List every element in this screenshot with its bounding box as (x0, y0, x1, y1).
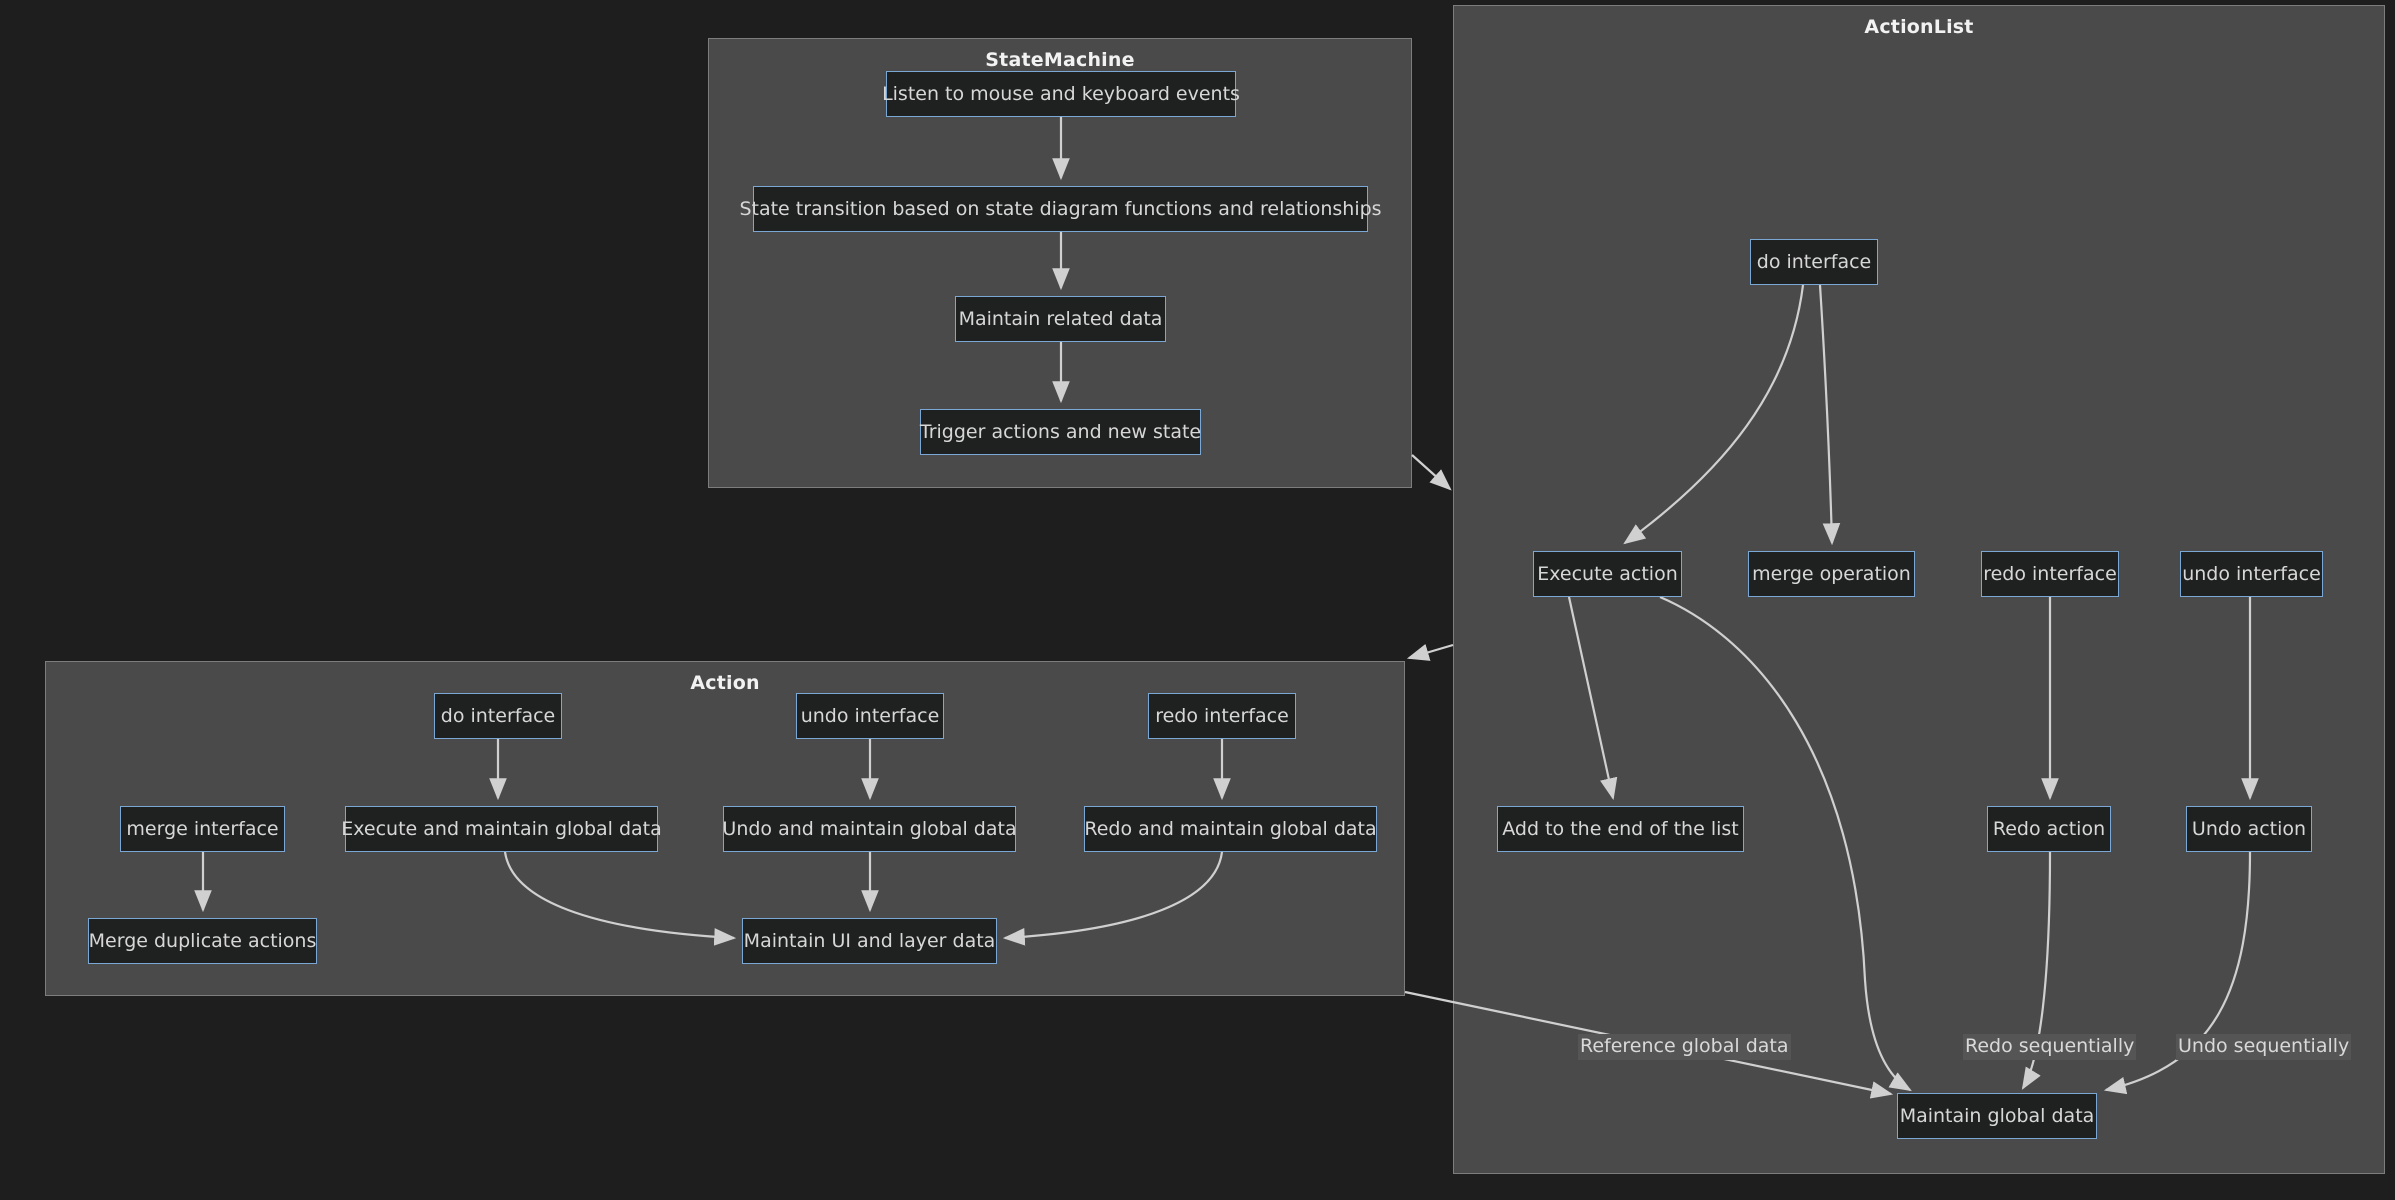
edge-actionlist-to-action (1406, 643, 1454, 661)
node-label: do interface (440, 705, 556, 727)
node-label: Execute and maintain global data (341, 818, 662, 840)
node-add-to-end-of-list[interactable]: Add to the end of the list (1497, 806, 1744, 852)
node-label: merge operation (1752, 563, 1911, 585)
edge-label-text: Redo sequentially (1965, 1035, 2135, 1057)
node-label: Maintain global data (1899, 1105, 2095, 1127)
edge-statemachine-to-actionlist (1411, 454, 1452, 491)
node-label: Redo and maintain global data (1084, 818, 1377, 840)
node-actionlist-do-interface[interactable]: do interface (1750, 239, 1878, 285)
node-label: redo interface (1155, 705, 1289, 727)
node-maintain-related-data[interactable]: Maintain related data (955, 296, 1166, 342)
edge-label-reference-global-data: Reference global data (1578, 1034, 1791, 1060)
cluster-actionlist-title: ActionList (1864, 16, 1974, 38)
node-action-do-interface[interactable]: do interface (434, 693, 562, 739)
node-label: Merge duplicate actions (88, 930, 317, 952)
node-label: undo interface (800, 705, 940, 727)
node-label: Redo action (1992, 818, 2106, 840)
node-state-transition[interactable]: State transition based on state diagram … (739, 186, 1382, 232)
node-redo-and-maintain-global-data[interactable]: Redo and maintain global data (1084, 806, 1377, 852)
node-action-undo-interface[interactable]: undo interface (796, 693, 944, 739)
node-undo-and-maintain-global-data[interactable]: Undo and maintain global data (722, 806, 1017, 852)
node-execute-and-maintain-global-data[interactable]: Execute and maintain global data (341, 806, 662, 852)
node-merge-interface[interactable]: merge interface (120, 806, 285, 852)
node-undo-action[interactable]: Undo action (2186, 806, 2312, 852)
cluster-action-title: Action (690, 672, 760, 694)
node-execute-action[interactable]: Execute action (1533, 551, 1682, 597)
node-merge-duplicate-actions[interactable]: Merge duplicate actions (88, 918, 317, 964)
node-label: Maintain related data (958, 308, 1163, 330)
node-label: Add to the end of the list (1502, 818, 1739, 840)
node-label: Undo and maintain global data (722, 818, 1017, 840)
edge-label-undo-sequentially: Undo sequentially (2176, 1034, 2352, 1060)
edge-label-text: Undo sequentially (2178, 1035, 2350, 1057)
node-redo-action[interactable]: Redo action (1987, 806, 2111, 852)
node-label: Execute action (1537, 563, 1678, 585)
node-label: Listen to mouse and keyboard events (882, 83, 1240, 105)
node-listen-to-events[interactable]: Listen to mouse and keyboard events (882, 71, 1240, 117)
node-label: do interface (1756, 251, 1872, 273)
node-label: redo interface (1983, 563, 2117, 585)
node-label: Maintain UI and layer data (743, 930, 996, 952)
node-action-redo-interface[interactable]: redo interface (1148, 693, 1296, 739)
node-maintain-global-data[interactable]: Maintain global data (1897, 1093, 2097, 1139)
node-label: merge interface (126, 818, 279, 840)
node-merge-operation[interactable]: merge operation (1748, 551, 1915, 597)
edge-label-redo-sequentially: Redo sequentially (1963, 1034, 2137, 1060)
node-label: Trigger actions and new state (919, 421, 1202, 443)
edge-label-text: Reference global data (1580, 1035, 1789, 1057)
node-maintain-ui-and-layer-data[interactable]: Maintain UI and layer data (742, 918, 997, 964)
node-trigger-actions[interactable]: Trigger actions and new state (920, 409, 1201, 455)
node-label: undo interface (2182, 563, 2321, 585)
diagram-canvas: StateMachine ActionList Action Listen to… (0, 0, 2395, 1200)
node-actionlist-redo-interface[interactable]: redo interface (1981, 551, 2119, 597)
node-actionlist-undo-interface[interactable]: undo interface (2180, 551, 2323, 597)
node-label: Undo action (2191, 818, 2307, 840)
cluster-statemachine-title: StateMachine (985, 49, 1135, 71)
node-label: State transition based on state diagram … (739, 198, 1382, 220)
